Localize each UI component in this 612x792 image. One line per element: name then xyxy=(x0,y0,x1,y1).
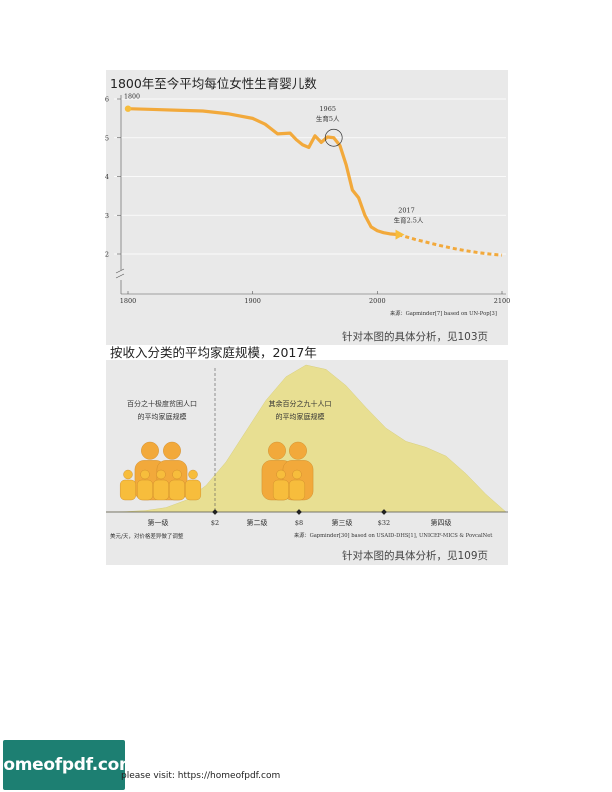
person-body xyxy=(168,479,185,501)
person-head xyxy=(163,441,181,460)
person-head xyxy=(276,469,286,480)
income-marker-label: $8 xyxy=(295,519,303,527)
person-body xyxy=(184,479,201,501)
footer-link[interactable]: please visit: https://homeofpdf.com xyxy=(121,771,280,781)
logo-text: homeofpdf.com xyxy=(0,755,137,775)
person-head xyxy=(156,469,166,480)
person-head xyxy=(268,441,286,460)
household-chart-source: 来源：Gapminder[30] based on USAID-DHS[1], … xyxy=(294,533,493,539)
person-icon xyxy=(119,469,136,501)
person-body xyxy=(273,479,290,501)
group-rest-label-line1: 其余百分之九十人口 xyxy=(269,399,332,408)
person-head xyxy=(123,469,133,480)
income-marker-label: $2 xyxy=(211,519,219,527)
income-marker-label: $32 xyxy=(378,519,390,527)
income-level-label: 第三级 xyxy=(332,518,353,527)
person-head xyxy=(141,441,159,460)
income-level-label: 第一级 xyxy=(148,518,169,527)
person-body xyxy=(119,479,136,501)
person-head xyxy=(172,469,182,480)
person-body xyxy=(136,479,153,501)
income-level-label: 第四级 xyxy=(431,518,452,527)
person-head xyxy=(292,469,302,480)
person-head xyxy=(188,469,198,480)
person-head xyxy=(289,441,307,460)
income-level-label: 第二级 xyxy=(247,518,268,527)
person-icon xyxy=(184,469,201,501)
household-chart-reference: 针对本图的具体分析，见109页 xyxy=(342,550,489,562)
group-poor-label-line2: 的平均家庭规模 xyxy=(138,412,187,421)
person-body xyxy=(152,479,169,501)
household-chart: $2 $8 $32 第一级 第二级 第三级 第四级美元/天，对价格差异做了调整 百分之十极度贫… xyxy=(105,364,508,540)
group-poor-label-line1: 百分之十极度贫困人口 xyxy=(127,399,197,408)
person-body xyxy=(289,479,306,501)
person-head xyxy=(140,469,150,480)
income-note: 美元/天，对价格差异做了调整 xyxy=(110,532,184,540)
group-rest-label-line2: 的平均家庭规模 xyxy=(276,412,325,421)
homeofpdf-logo[interactable]: homeofpdf.com xyxy=(0,740,137,790)
